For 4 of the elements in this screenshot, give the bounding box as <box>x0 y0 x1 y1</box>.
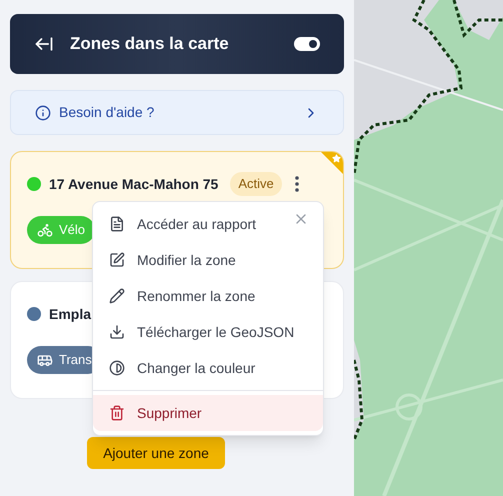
status-label: Active <box>230 172 282 196</box>
zone-name: 17 Avenue Mac-Mahon 75 <box>49 174 218 194</box>
panel-title: Zones dans la carte <box>70 33 229 56</box>
zone-name: Empla <box>49 304 92 324</box>
